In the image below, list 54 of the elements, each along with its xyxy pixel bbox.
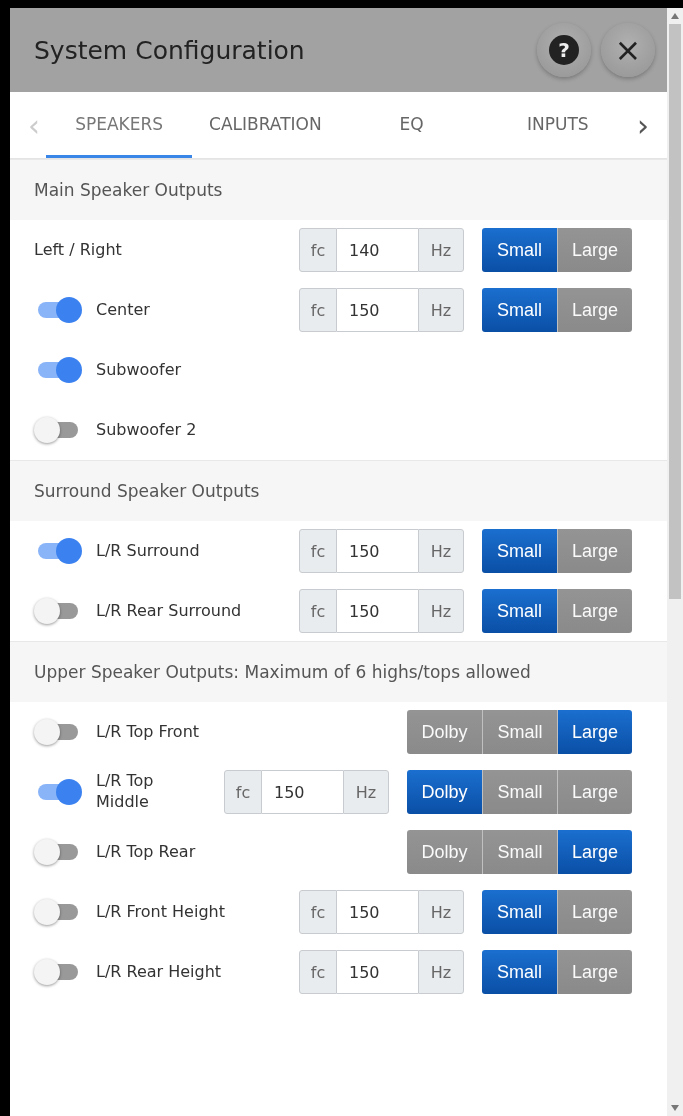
- section-header: Main Speaker Outputs: [10, 159, 667, 220]
- size-option[interactable]: Small: [482, 529, 557, 573]
- crossover-input[interactable]: 150: [337, 589, 418, 633]
- size-option[interactable]: Small: [482, 288, 557, 332]
- speaker-label: Subwoofer 2: [96, 419, 197, 441]
- speaker-label: L/R Top Front: [96, 721, 200, 743]
- unit-label: Hz: [343, 770, 389, 814]
- fc-label: fc: [299, 950, 337, 994]
- fc-label: fc: [299, 228, 337, 272]
- unit-label: Hz: [418, 890, 464, 934]
- next-tab-button[interactable]: ›: [631, 92, 655, 158]
- tab[interactable]: INPUTS: [484, 92, 631, 158]
- scroll-down-icon[interactable]: [671, 1105, 679, 1111]
- crossover-input[interactable]: 150: [337, 288, 418, 332]
- speaker-label: Left / Right: [34, 239, 122, 261]
- scrollbar-thumb[interactable]: [669, 24, 681, 599]
- fc-label: fc: [299, 890, 337, 934]
- section-header: Surround Speaker Outputs: [10, 460, 667, 521]
- speaker-label: L/R Rear Height: [96, 961, 222, 983]
- scroll-up-icon[interactable]: [671, 13, 679, 19]
- unit-label: Hz: [418, 589, 464, 633]
- crossover-input[interactable]: 150: [337, 529, 418, 573]
- help-button[interactable]: ?: [537, 23, 591, 77]
- unit-label: Hz: [418, 529, 464, 573]
- fc-label: fc: [299, 589, 337, 633]
- speaker-label: L/R Rear Surround: [96, 600, 242, 622]
- crossover-input[interactable]: 150: [262, 770, 343, 814]
- speaker-label: L/R Front Height: [96, 901, 225, 923]
- unit-label: Hz: [418, 950, 464, 994]
- size-option[interactable]: Large: [557, 710, 632, 754]
- size-option[interactable]: Small: [482, 890, 557, 934]
- tab[interactable]: CALIBRATION: [192, 92, 339, 158]
- crossover-input[interactable]: 140: [337, 228, 418, 272]
- dialog-title: System Configuration: [34, 35, 306, 65]
- fc-label: fc: [224, 770, 262, 814]
- tab[interactable]: EQ: [338, 92, 485, 158]
- speaker-label: Subwoofer: [96, 359, 182, 381]
- size-option[interactable]: Small: [482, 589, 557, 633]
- unit-label: Hz: [418, 228, 464, 272]
- fc-label: fc: [299, 288, 337, 332]
- size-option[interactable]: Dolby: [407, 770, 482, 814]
- speaker-label: Center: [96, 299, 150, 321]
- unit-label: Hz: [418, 288, 464, 332]
- crossover-input[interactable]: 150: [337, 890, 418, 934]
- speaker-label: L/R Top Rear: [96, 841, 196, 863]
- section-header: Upper Speaker Outputs: Maximum of 6 highs/tops allowed: [10, 641, 667, 702]
- fc-label: fc: [299, 529, 337, 573]
- size-option[interactable]: Large: [557, 830, 632, 874]
- size-option[interactable]: Small: [482, 950, 557, 994]
- speaker-label: L/R Surround: [96, 540, 200, 562]
- speaker-label: L/R Top Middle: [96, 771, 155, 813]
- crossover-input[interactable]: 150: [337, 950, 418, 994]
- close-button[interactable]: ×: [601, 23, 655, 77]
- size-option[interactable]: Small: [482, 228, 557, 272]
